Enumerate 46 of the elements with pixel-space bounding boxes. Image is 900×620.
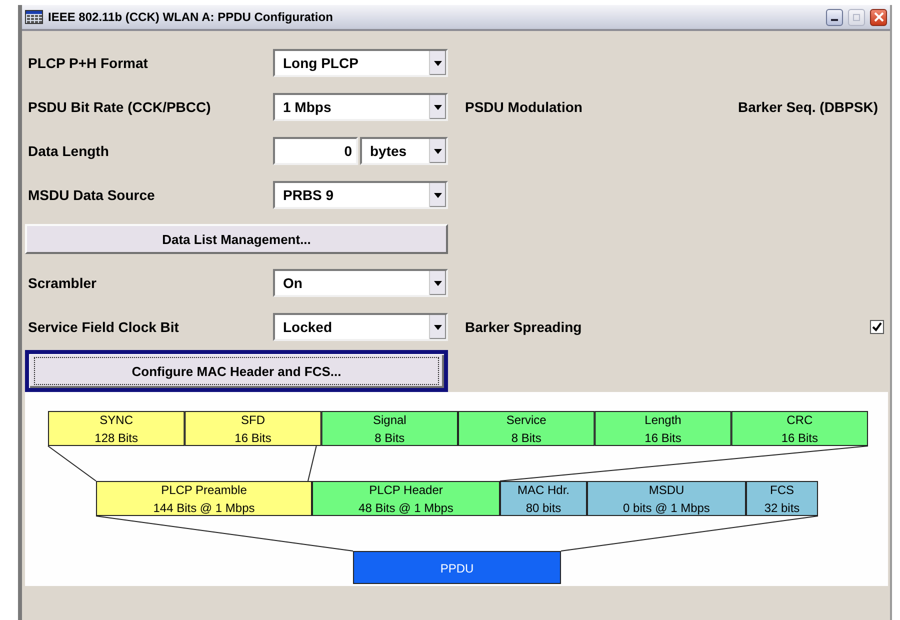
frame-segment: MAC Hdr. 80 bits — [500, 481, 587, 516]
close-icon — [874, 12, 884, 22]
info-label: PSDU Modulation — [464, 99, 584, 115]
dropdown[interactable]: Locked — [273, 313, 448, 341]
dropdown[interactable]: 1 Mbps — [273, 93, 448, 121]
frame-segment: SFD 16 Bits — [184, 411, 322, 446]
caret-icon — [434, 60, 442, 66]
caret-icon — [434, 148, 442, 154]
input-field[interactable]: 0 — [273, 137, 358, 165]
action-button[interactable]: Configure MAC Header and FCS... — [25, 350, 448, 392]
frame-segment: PPDU — [353, 551, 561, 584]
field-label: Scrambler — [27, 275, 98, 291]
frame-segment: Length 16 Bits — [594, 411, 732, 446]
action-button[interactable]: Data List Management... — [25, 224, 448, 254]
caret-icon — [434, 192, 442, 198]
field-label: MSDU Data Source — [27, 187, 156, 203]
field-label: Service Field Clock Bit — [27, 319, 180, 335]
maximize-icon — [852, 12, 861, 22]
close-button[interactable] — [870, 8, 887, 26]
field-label: Data Length — [27, 143, 110, 159]
dropdown[interactable]: Long PLCP — [273, 49, 448, 77]
frame-segment: CRC 16 Bits — [731, 411, 868, 446]
info-value: Barker Seq. (DBPSK) — [738, 99, 879, 115]
dropdown[interactable]: On — [273, 269, 448, 297]
connector-line — [48, 446, 96, 482]
checkbox[interactable] — [870, 320, 884, 334]
field-label: PLCP P+H Format — [27, 55, 149, 71]
frame-segment: Signal 8 Bits — [321, 411, 458, 446]
frame-segment: Service 8 Bits — [458, 411, 595, 446]
checkbox-label: Barker Spreading — [464, 319, 583, 335]
unit-dropdown[interactable]: bytes — [360, 137, 448, 165]
window-title: IEEE 802.11b (CCK) WLAN A: PPDU Configuration — [48, 10, 334, 24]
frame-segment: MSDU 0 bits @ 1 Mbps — [587, 481, 746, 516]
caret-icon — [434, 280, 442, 286]
frame-segment: FCS 32 bits — [746, 481, 818, 516]
frame-segment: PLCP Preamble 144 Bits @ 1 Mbps — [96, 481, 312, 516]
field-label: PSDU Bit Rate (CCK/PBCC) — [27, 99, 212, 115]
frame-segment: PLCP Header 48 Bits @ 1 Mbps — [312, 481, 500, 516]
connector-line — [308, 446, 317, 482]
dropdown[interactable]: PRBS 9 — [273, 181, 448, 209]
caret-icon — [434, 104, 442, 110]
minimize-icon — [831, 19, 838, 21]
frame-segment: SYNC 128 Bits — [48, 411, 185, 446]
grid-icon — [25, 10, 43, 24]
minimize-button[interactable] — [826, 8, 843, 26]
caret-icon — [434, 324, 442, 330]
